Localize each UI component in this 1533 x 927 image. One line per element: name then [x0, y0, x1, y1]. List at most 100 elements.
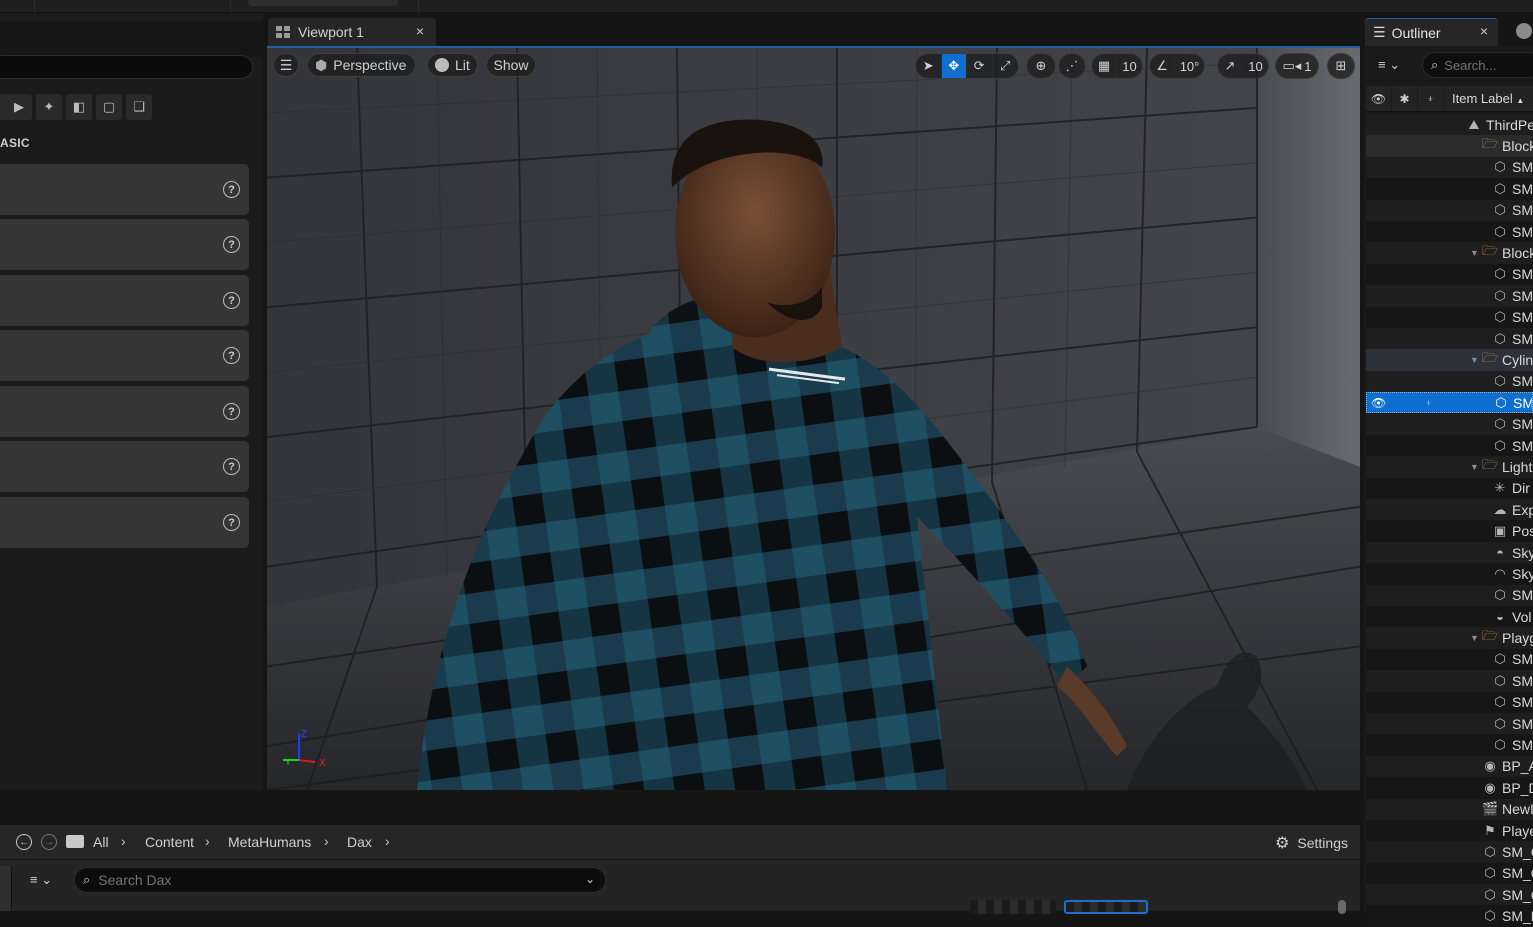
help-icon[interactable]: ? [223, 236, 240, 253]
outliner-row[interactable]: ⬡ SM [1366, 178, 1533, 200]
scale-snap-value[interactable]: 10 [1243, 54, 1268, 78]
scrollbar-thumb[interactable] [1338, 900, 1346, 914]
mode-button-volumes[interactable]: ▢ [96, 94, 122, 120]
pinned-column-header[interactable]: ✱ [1392, 85, 1418, 112]
outliner-row[interactable]: ⬡ SM [1366, 584, 1533, 606]
show-button[interactable]: Show [486, 53, 536, 77]
rotation-snap-toggle[interactable]: ∠ [1150, 54, 1176, 78]
place-item[interactable]: ? [0, 164, 249, 215]
place-item[interactable]: ? [0, 219, 249, 270]
scale-snap-toggle[interactable]: ↗ [1218, 54, 1244, 78]
outliner-row[interactable]: ⬡ SM [1366, 370, 1533, 393]
outliner-row[interactable]: ◉ BP_D [1366, 777, 1533, 799]
filter-button[interactable]: ≡ ⌄ [30, 872, 52, 888]
mode-button-all-classes[interactable]: ❏ [126, 94, 152, 120]
expand-arrow-icon[interactable]: ▼ [1470, 462, 1479, 472]
outliner-row[interactable]: 🎬 NewI [1366, 798, 1533, 820]
outliner-row[interactable]: ▼🗁Playg [1366, 627, 1533, 649]
outliner-row[interactable]: 👁 ⍖ ⬡ SM [1366, 392, 1533, 414]
help-icon[interactable]: ? [223, 292, 240, 309]
expand-arrow-icon[interactable]: ▼ [1470, 633, 1479, 643]
place-actors-search[interactable] [0, 55, 253, 79]
outliner-row[interactable]: ⬡SM_F [1366, 905, 1533, 927]
place-item[interactable]: ? [0, 441, 249, 492]
toolbar-dropdown[interactable] [248, 0, 398, 6]
surface-snapping-button[interactable]: ⋰ [1058, 53, 1086, 79]
outliner-row[interactable]: ⬡ SM [1366, 263, 1533, 286]
outliner-row[interactable]: ✳ Dir [1366, 477, 1533, 500]
outliner-row[interactable]: ⬡ SM [1366, 670, 1533, 692]
outliner-row[interactable]: ◠ Sky [1366, 563, 1533, 585]
rotate-tool-button[interactable]: ⟳ [967, 54, 993, 78]
view-mode-button[interactable]: Lit [427, 53, 478, 77]
place-item[interactable]: ? [0, 386, 249, 437]
asset-thumbnail[interactable] [970, 900, 1056, 914]
tab-outliner[interactable]: ☰ Outliner × [1365, 18, 1498, 46]
scale-tool-button[interactable]: ⤢ [993, 54, 1018, 78]
outliner-row[interactable]: ☁ Exp [1366, 499, 1533, 521]
outliner-row[interactable]: ◉ BP_A [1366, 755, 1533, 778]
chevron-right-icon[interactable]: › [121, 833, 126, 849]
help-icon[interactable]: ? [223, 514, 240, 531]
place-item[interactable]: ? [0, 497, 249, 548]
outliner-row[interactable]: ◓ Sky [1366, 541, 1533, 564]
help-icon[interactable]: ? [223, 347, 240, 364]
grid-snap-toggle[interactable]: ▦ [1092, 54, 1118, 78]
content-search-input[interactable] [98, 872, 569, 888]
help-icon[interactable]: ? [223, 181, 240, 198]
breadcrumb-content[interactable]: Content [145, 834, 194, 850]
translate-tool-button[interactable]: ✥ [941, 54, 967, 78]
pin-icon[interactable]: ⍖ [1425, 395, 1432, 410]
sources-panel-edge[interactable] [0, 866, 12, 911]
chevron-right-icon[interactable]: › [205, 833, 210, 849]
close-icon[interactable]: × [1480, 23, 1488, 39]
outliner-row[interactable]: ⬡ SM_C [1366, 862, 1533, 885]
place-item[interactable]: ? [0, 330, 249, 381]
mode-button-lights[interactable]: ✦ [36, 94, 62, 120]
breadcrumb-all[interactable]: All [93, 834, 109, 850]
grid-snap-value[interactable]: 10 [1117, 54, 1142, 78]
world-partition-icon[interactable] [1516, 23, 1532, 39]
expand-arrow-icon[interactable]: ▼ [1470, 248, 1479, 258]
help-icon[interactable]: ? [223, 403, 240, 420]
camera-speed-button[interactable]: ▭◂ 1 [1275, 53, 1319, 79]
close-icon[interactable]: × [416, 23, 424, 39]
outliner-row[interactable]: ⬡ SM [1366, 306, 1533, 328]
filter-button[interactable]: ≡ ⌄ [1378, 57, 1400, 73]
outliner-row[interactable]: ⛰ ThirdPe [1366, 114, 1533, 136]
help-icon[interactable]: ? [223, 458, 240, 475]
content-search[interactable]: ⌕ ⌄ [74, 867, 606, 893]
outliner-row[interactable]: ⬡ SM [1366, 648, 1533, 671]
outliner-row[interactable]: ▼ 🗁 Cylin [1366, 349, 1533, 371]
expand-arrow-icon[interactable]: ▼ [1470, 355, 1479, 365]
pin-column-header[interactable]: ⍖ [1418, 85, 1444, 112]
chevron-right-icon[interactable]: › [385, 833, 390, 849]
outliner-row[interactable]: ⬡ SM [1366, 712, 1533, 735]
chevron-right-icon[interactable]: › [324, 833, 329, 849]
outliner-row[interactable]: ⬡ SM [1366, 413, 1533, 435]
outliner-row[interactable]: ▼ 🗁 Light [1366, 456, 1533, 478]
outliner-row[interactable]: ⬡ SM [1366, 434, 1533, 457]
mode-button-basic[interactable]: ▶ [6, 94, 32, 120]
outliner-row[interactable]: ⬡ SM [1366, 327, 1533, 350]
coordinate-system-button[interactable]: ⊕ [1026, 53, 1056, 79]
rotation-snap-value[interactable]: 10° [1175, 54, 1204, 78]
settings-button[interactable]: ⚙ Settings [1275, 833, 1348, 853]
forward-button[interactable]: → [41, 834, 57, 850]
outliner-row[interactable]: ▣ Pos [1366, 520, 1533, 542]
outliner-row[interactable]: ⬡ SM [1366, 156, 1533, 179]
outliner-row[interactable]: ⬡ SM_C [1366, 841, 1533, 863]
breadcrumb-dax[interactable]: Dax [347, 834, 372, 850]
breadcrumb-metahumans[interactable]: MetaHumans [228, 834, 311, 850]
outliner-search-input[interactable] [1444, 57, 1525, 73]
outliner-row[interactable]: ⬡ SM [1366, 734, 1533, 756]
viewport-options-button[interactable]: ☰ [273, 53, 299, 77]
perspective-button[interactable]: ⬢ Perspective [307, 53, 416, 77]
place-item[interactable]: ? [0, 275, 249, 326]
outliner-row[interactable]: ⚑ Playe [1366, 819, 1533, 842]
level-viewport[interactable]: ☰ ⬢ Perspective Lit Show ➤ ✥ ⟳ ⤢ ⊕ ⋰ ▦ 1… [267, 46, 1360, 790]
back-button[interactable]: ← [16, 834, 32, 850]
outliner-row[interactable]: ⬡ SM [1366, 691, 1533, 713]
item-label-column-header[interactable]: Item Label ▲ [1444, 91, 1524, 106]
mode-button-shapes[interactable]: ◧ [66, 94, 92, 120]
